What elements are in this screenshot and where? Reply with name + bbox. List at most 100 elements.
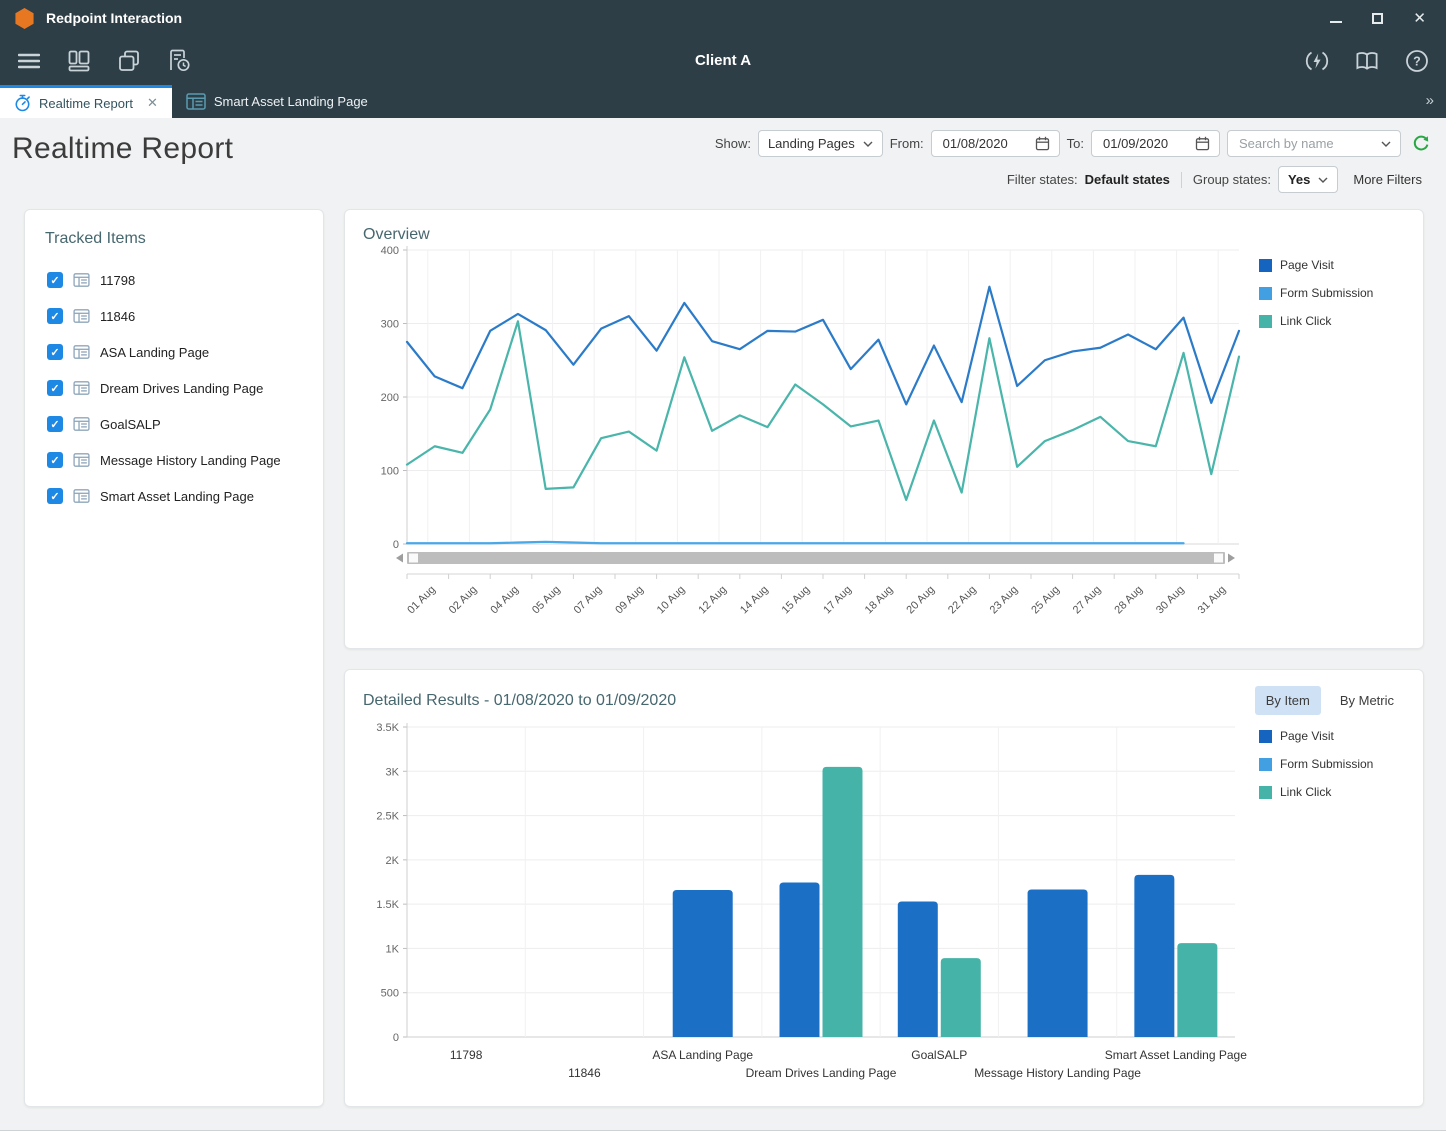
legend-item[interactable]: Page Visit — [1259, 729, 1405, 743]
by-item-button[interactable]: By Item — [1255, 686, 1321, 715]
by-metric-button[interactable]: By Metric — [1329, 686, 1405, 715]
x-axis-label: 15 Aug — [780, 584, 813, 617]
chart-scrollbar[interactable] — [407, 552, 1225, 564]
pages-button[interactable] — [114, 46, 144, 76]
help-button[interactable]: ? — [1402, 46, 1432, 76]
x-axis-label: 12 Aug — [696, 584, 729, 617]
item-checkbox[interactable]: ✓ — [47, 272, 63, 288]
minimize-button[interactable] — [1330, 21, 1342, 23]
y-axis-label: 100 — [381, 466, 399, 478]
api-status-button[interactable] — [1302, 46, 1332, 76]
maximize-button[interactable] — [1372, 13, 1383, 24]
y-axis-label: 0 — [393, 1032, 399, 1044]
refresh-icon[interactable] — [1412, 135, 1430, 153]
chevron-down-icon — [1318, 177, 1328, 183]
x-axis-label: Smart Asset Landing Page — [1105, 1048, 1247, 1062]
chevron-down-icon[interactable] — [1381, 141, 1391, 147]
legend-swatch — [1259, 786, 1272, 799]
tracked-item-label: GoalSALP — [100, 417, 161, 432]
legend-label: Link Click — [1280, 314, 1331, 328]
item-checkbox[interactable]: ✓ — [47, 344, 63, 360]
to-date-field[interactable] — [1091, 130, 1220, 157]
to-date-input[interactable] — [1101, 135, 1187, 152]
tab-close-icon[interactable]: ✕ — [147, 95, 158, 111]
legend-swatch — [1259, 259, 1272, 272]
stopwatch-icon — [14, 94, 31, 112]
copy-pages-icon — [118, 50, 140, 72]
show-select-value: Landing Pages — [768, 136, 855, 151]
item-checkbox[interactable]: ✓ — [47, 452, 63, 468]
legend-item[interactable]: Link Click — [1259, 314, 1405, 328]
page-header: Realtime Report Show: Landing Pages From… — [0, 118, 1446, 197]
title-bar: Redpoint Interaction ✕ — [0, 0, 1446, 36]
legend-item[interactable]: Form Submission — [1259, 757, 1405, 771]
filter-states-value[interactable]: Default states — [1085, 172, 1170, 187]
x-axis-label: 10 Aug — [655, 584, 688, 617]
page-title: Realtime Report — [12, 132, 233, 166]
calendar-icon[interactable] — [1035, 136, 1050, 151]
divider — [1181, 172, 1182, 188]
detailed-results-panel: Detailed Results - 01/08/2020 to 01/09/2… — [344, 669, 1424, 1107]
item-checkbox[interactable]: ✓ — [47, 416, 63, 432]
show-select[interactable]: Landing Pages — [758, 130, 883, 157]
nav-menu-button[interactable] — [14, 46, 44, 76]
landing-page-icon — [73, 417, 90, 431]
tracked-items-title: Tracked Items — [45, 230, 307, 248]
designer-button[interactable] — [64, 46, 94, 76]
x-axis-label: 05 Aug — [530, 584, 563, 617]
search-field[interactable] — [1227, 130, 1401, 157]
tracked-item-row[interactable]: ✓ ASA Landing Page — [41, 334, 307, 370]
y-axis-label: 500 — [381, 988, 399, 1000]
search-input[interactable] — [1237, 135, 1373, 152]
x-axis-label: 23 Aug — [988, 584, 1021, 617]
scrollbar-right-arrow[interactable] — [1228, 554, 1235, 563]
legend-item[interactable]: Page Visit — [1259, 258, 1405, 272]
y-axis-label: 400 — [381, 245, 399, 257]
help-mark: ? — [1413, 54, 1421, 68]
x-axis-label: 18 Aug — [863, 584, 896, 617]
x-axis-label: 25 Aug — [1029, 584, 1062, 617]
item-checkbox[interactable]: ✓ — [47, 308, 63, 324]
tab-label: Realtime Report — [39, 96, 133, 111]
landing-page-icon — [73, 489, 90, 503]
documentation-button[interactable] — [1352, 46, 1382, 76]
legend-item[interactable]: Link Click — [1259, 785, 1405, 799]
tab-realtime-report[interactable]: Realtime Report ✕ — [0, 85, 172, 118]
legend-label: Link Click — [1280, 785, 1331, 799]
calendar-icon[interactable] — [1195, 136, 1210, 151]
tracked-item-row[interactable]: ✓ 11846 — [41, 298, 307, 334]
redpoint-logo-icon — [14, 7, 35, 30]
x-axis-label: 02 Aug — [447, 584, 480, 617]
x-axis-label: 28 Aug — [1112, 584, 1145, 617]
group-states-value: Yes — [1288, 172, 1310, 187]
more-filters-button[interactable]: More Filters — [1345, 168, 1430, 191]
overview-panel: Overview 010020030040001 Aug02 Aug04 Aug… — [344, 209, 1424, 649]
group-states-select[interactable]: Yes — [1278, 166, 1338, 193]
tab-overflow-chevrons[interactable]: » — [1426, 92, 1434, 109]
tracked-item-row[interactable]: ✓ Dream Drives Landing Page — [41, 370, 307, 406]
close-button[interactable]: ✕ — [1413, 11, 1426, 26]
from-date-field[interactable] — [931, 130, 1060, 157]
view-toggle: By Item By Metric — [1255, 686, 1405, 715]
tracked-item-row[interactable]: ✓ Message History Landing Page — [41, 442, 307, 478]
from-label: From: — [890, 136, 924, 151]
scrollbar-left-arrow[interactable] — [396, 554, 403, 563]
y-axis-label: 2.5K — [376, 811, 399, 823]
tracked-item-row[interactable]: ✓ 11798 — [41, 262, 307, 298]
legend-swatch — [1259, 287, 1272, 300]
tab-smart-asset-landing-page[interactable]: Smart Asset Landing Page — [172, 85, 382, 118]
legend-swatch — [1259, 730, 1272, 743]
tracked-item-row[interactable]: ✓ Smart Asset Landing Page — [41, 478, 307, 514]
tracked-item-label: ASA Landing Page — [100, 345, 209, 360]
y-axis-label: 3.5K — [376, 722, 399, 734]
x-axis-label: 31 Aug — [1196, 584, 1229, 617]
from-date-input[interactable] — [941, 135, 1027, 152]
x-axis-label: 22 Aug — [946, 584, 979, 617]
scheduled-report-button[interactable] — [164, 46, 194, 76]
item-checkbox[interactable]: ✓ — [47, 380, 63, 396]
legend-label: Page Visit — [1280, 729, 1334, 743]
tracked-item-row[interactable]: ✓ GoalSALP — [41, 406, 307, 442]
legend-item[interactable]: Form Submission — [1259, 286, 1405, 300]
landing-page-icon — [73, 273, 90, 287]
item-checkbox[interactable]: ✓ — [47, 488, 63, 504]
